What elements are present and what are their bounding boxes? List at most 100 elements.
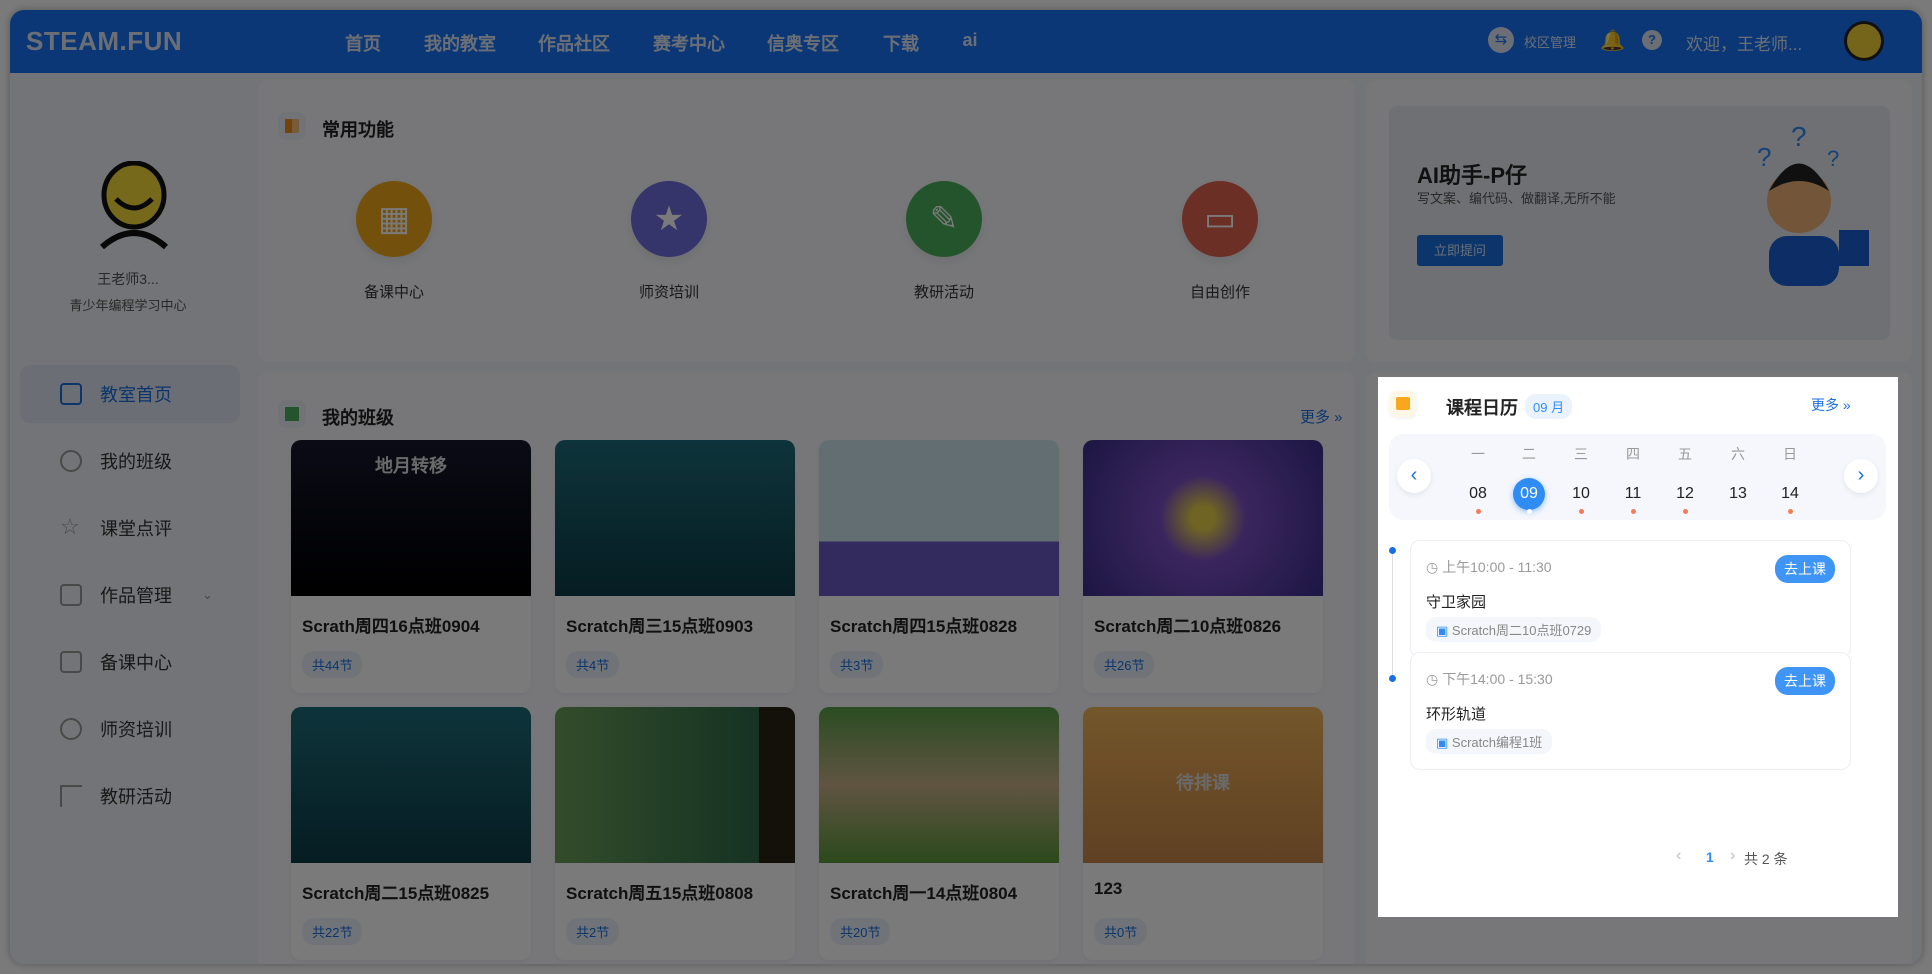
- svg-text:?: ?: [1827, 146, 1839, 171]
- event-time: 下午14:00 - 15:30: [1442, 671, 1553, 687]
- weekday-label: 四: [1626, 446, 1640, 462]
- event-class: Scratch编程1班: [1451, 735, 1543, 750]
- next-page-button[interactable]: ›: [1730, 847, 1735, 865]
- class-name: Scratch周二10点班0826: [1094, 617, 1282, 636]
- class-card[interactable]: Scratch周五15点班0808 共2节: [555, 707, 795, 960]
- sidebar-item-label: 教研活动: [100, 787, 172, 807]
- class-thumbnail: 地月转移: [291, 440, 531, 596]
- calendar-day[interactable]: 日 14: [1770, 434, 1810, 514]
- classes-more-link[interactable]: 更多 »: [1300, 406, 1343, 427]
- weekday-label: 二: [1522, 446, 1536, 462]
- sidebar-item-classroom-home[interactable]: 教室首页: [20, 365, 240, 423]
- class-name: 123: [1094, 879, 1123, 898]
- nav-my-classroom[interactable]: 我的教室: [424, 30, 496, 56]
- calendar-day[interactable]: 二 09: [1509, 434, 1549, 514]
- func-lesson-prep[interactable]: ▦ 备课中心: [334, 181, 454, 302]
- lesson-count-badge: 共4节: [566, 651, 620, 678]
- day-number: 12: [1676, 485, 1694, 502]
- next-week-button[interactable]: ›: [1844, 459, 1878, 493]
- calendar-day[interactable]: 五 12: [1665, 434, 1705, 514]
- day-number: 09: [1520, 485, 1538, 502]
- welcome-text[interactable]: 欢迎，王老师...: [1686, 30, 1802, 55]
- class-thumbnail: [555, 707, 795, 863]
- nav-ai[interactable]: ai: [962, 30, 977, 51]
- calendar-icon: [1390, 391, 1416, 417]
- chevron-down-icon: ⌄: [202, 587, 213, 602]
- class-thumbnail: [555, 440, 795, 596]
- help-icon[interactable]: ?: [1642, 30, 1662, 50]
- user-avatar[interactable]: [1844, 21, 1884, 61]
- ask-now-button[interactable]: 立即提问: [1417, 235, 1503, 266]
- top-nav-bar: STEAM.FUN 首页 我的教室 作品社区 赛考中心 信奥专区 下载 ai ⇆…: [10, 10, 1922, 73]
- grid-icon: [278, 112, 306, 140]
- page-number-current[interactable]: 1: [1706, 849, 1714, 865]
- user-icon: [60, 450, 82, 472]
- day-number: 10: [1572, 485, 1590, 502]
- class-card[interactable]: Scratch周四15点班0828 共3节: [819, 440, 1059, 693]
- month-badge: 09 月: [1525, 394, 1573, 419]
- sidebar-item-class-review[interactable]: ☆ 课堂点评: [20, 499, 240, 557]
- func-research[interactable]: ✎ 教研活动: [884, 181, 1004, 302]
- class-name: Scratch周一14点班0804: [830, 884, 1018, 903]
- class-card[interactable]: Scratch周二10点班0826 共26节: [1083, 440, 1323, 693]
- logo[interactable]: STEAM.FUN: [26, 26, 182, 57]
- id-card-icon: [60, 584, 82, 606]
- sidebar: 王老师3... 青少年编程学习中心 教室首页 我的班级 ☆ 课堂点评 作品管理 ⌄ …: [10, 73, 246, 964]
- func-label: 师资培训: [638, 284, 699, 301]
- lesson-count-badge: 共3节: [830, 651, 884, 678]
- calendar-day[interactable]: 六 13: [1718, 434, 1758, 510]
- calendar-icon: ▦: [356, 181, 432, 257]
- class-name: Scrath周四16点班0904: [302, 617, 480, 636]
- lesson-count-badge: 共44节: [302, 651, 363, 678]
- has-event-dot: [1788, 509, 1793, 514]
- ai-title: AI助手-P仔: [1417, 163, 1528, 188]
- calendar-title: 课程日历: [1446, 398, 1518, 418]
- start-class-button[interactable]: 去上课: [1775, 667, 1835, 695]
- calendar-day[interactable]: 三 10: [1561, 434, 1601, 514]
- calendar-day[interactable]: 四 11: [1613, 434, 1653, 514]
- campus-management-link[interactable]: 校区管理: [1524, 32, 1576, 51]
- sidebar-item-my-classes[interactable]: 我的班级: [20, 432, 240, 490]
- class-card[interactable]: 地月转移 Scrath周四16点班0904 共44节: [291, 440, 531, 693]
- class-thumbnail: 待排课: [1083, 707, 1323, 863]
- nav-home[interactable]: 首页: [345, 30, 381, 56]
- star-icon: ☆: [60, 514, 80, 539]
- sidebar-item-lesson-prep[interactable]: 备课中心: [20, 633, 240, 691]
- nav-olympiad[interactable]: 信奥专区: [767, 30, 839, 56]
- calendar-more-link[interactable]: 更多 »: [1811, 395, 1851, 415]
- calendar-day[interactable]: 一 08: [1458, 434, 1498, 514]
- prev-week-button[interactable]: ‹: [1397, 459, 1431, 493]
- campus-switch-icon[interactable]: ⇆: [1488, 27, 1514, 53]
- nav-community[interactable]: 作品社区: [538, 30, 610, 56]
- nav-download[interactable]: 下载: [883, 30, 919, 56]
- day-number: 11: [1624, 485, 1642, 502]
- ai-assistant-card[interactable]: AI助手-P仔 写文案、编代码、做翻译,无所不能 立即提问 ???: [1389, 106, 1890, 340]
- func-free-create[interactable]: ▭ 自由创作: [1160, 181, 1280, 302]
- sidebar-item-teacher-training[interactable]: 师资培训: [20, 700, 240, 758]
- class-card[interactable]: Scratch周三15点班0903 共4节: [555, 440, 795, 693]
- start-class-button[interactable]: 去上课: [1775, 555, 1835, 583]
- svg-text:?: ?: [1757, 142, 1771, 172]
- sidebar-item-label: 教室首页: [100, 385, 172, 405]
- class-thumbnail: [819, 707, 1059, 863]
- monitor-icon: ▭: [1182, 181, 1258, 257]
- func-label: 自由创作: [1189, 284, 1250, 301]
- weekday-label: 日: [1783, 446, 1797, 462]
- class-card[interactable]: Scratch周二15点班0825 共22节: [291, 707, 531, 960]
- timeline-dot: [1389, 675, 1396, 682]
- sidebar-item-research[interactable]: 教研活动: [20, 767, 240, 825]
- nav-exam-center[interactable]: 赛考中心: [653, 30, 725, 56]
- class-card[interactable]: 待排课 123 共0节: [1083, 707, 1323, 960]
- ai-mascot-illustration: ???: [1757, 126, 1869, 286]
- class-card[interactable]: Scratch周一14点班0804 共20节: [819, 707, 1059, 960]
- flag-icon: [60, 785, 82, 807]
- sidebar-item-label: 作品管理: [100, 586, 172, 606]
- total-count: 共 2 条: [1744, 851, 1788, 867]
- sidebar-item-label: 备课中心: [100, 653, 172, 673]
- func-teacher-training[interactable]: ★ 师资培训: [609, 181, 729, 302]
- timeline-line: [1392, 551, 1393, 679]
- bell-icon[interactable]: 🔔: [1600, 28, 1625, 53]
- prev-page-button[interactable]: ‹: [1676, 847, 1681, 865]
- sidebar-item-works[interactable]: 作品管理 ⌄: [20, 566, 240, 624]
- user-name: 王老师3...: [97, 271, 159, 287]
